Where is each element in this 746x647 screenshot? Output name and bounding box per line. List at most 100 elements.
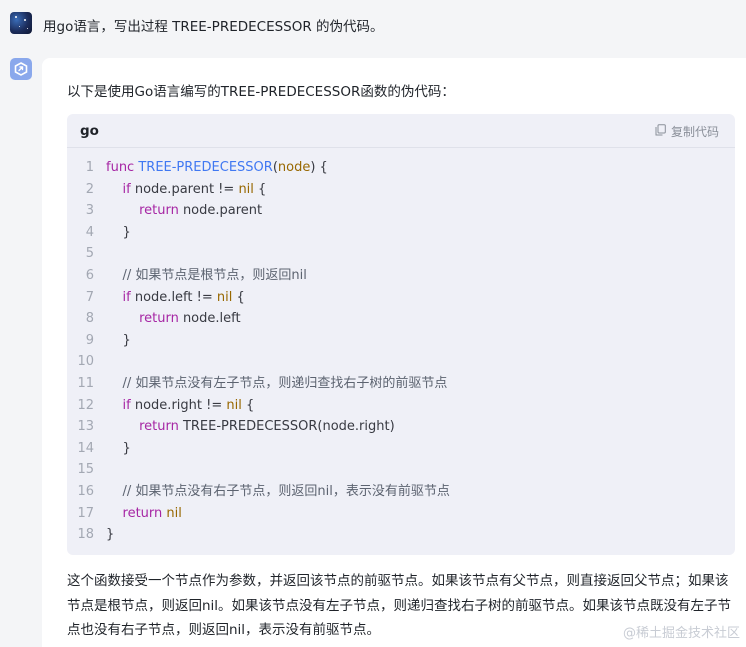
code-token: return [139, 419, 179, 435]
code-token: if [122, 181, 131, 197]
code-text: // 如果节点没有右子节点，则返回nil，表示没有前驱节点 [106, 481, 450, 503]
code-token: return [139, 203, 179, 219]
code-line: 4 } [67, 222, 735, 244]
code-block: go 复制代码 1 func TREE-PREDECESSOR(node) {2 … [67, 114, 735, 555]
line-number: 8 [85, 311, 94, 327]
code-text: // 如果节点没有左子节点，则递归查找右子树的前驱节点 [106, 373, 448, 395]
code-line: 7 if node.left != nil { [67, 287, 735, 309]
code-token: return [122, 505, 163, 521]
code-token: nil [226, 397, 242, 413]
user-avatar[interactable] [10, 12, 32, 34]
line-number: 4 [85, 224, 94, 240]
line-number: 16 [77, 483, 94, 499]
assistant-logo-icon [10, 58, 32, 80]
code-token: // 如果节点没有左子节点，则递归查找右子树的前驱节点 [122, 375, 448, 391]
copy-icon [655, 123, 671, 139]
code-token: if [122, 289, 131, 305]
code-line: 6 // 如果节点是根节点，则返回nil [67, 265, 735, 287]
code-line: 10 [67, 351, 735, 373]
code-text: } [106, 222, 131, 244]
code-line: 2 if node.parent != nil { [67, 179, 735, 201]
copy-code-label: 复制代码 [670, 124, 719, 139]
code-line: 17 return nil [67, 503, 735, 525]
code-text: if node.parent != nil { [106, 179, 267, 201]
code-token: // 如果节点是根节点，则返回nil [122, 267, 307, 283]
code-block-header: go 复制代码 [67, 114, 735, 148]
code-token: node.parent [178, 203, 263, 219]
code-text: } [106, 524, 114, 546]
code-token: node [277, 160, 311, 175]
code-token: nil [166, 505, 182, 521]
code-token: } [106, 224, 131, 240]
line-number: 10 [77, 354, 94, 370]
code-token: TREE-PREDECESSOR [138, 160, 273, 175]
copy-code-button[interactable]: 复制代码 [655, 122, 719, 140]
code-text: if node.left != nil { [106, 287, 245, 309]
code-line: 9 } [67, 330, 735, 352]
line-number: 2 [85, 181, 94, 197]
code-text: if node.right != nil { [106, 395, 255, 417]
code-token: { [232, 289, 245, 305]
line-number: 9 [85, 332, 94, 348]
line-number: 17 [77, 505, 94, 521]
code-text: // 如果节点是根节点，则返回nil [106, 265, 307, 287]
code-token: if [122, 397, 131, 413]
line-number: 1 [85, 160, 94, 175]
code-token: nil [238, 181, 254, 197]
code-line: 12 if node.right != nil { [67, 395, 735, 417]
code-text: } [106, 438, 131, 460]
assistant-answer: 以下是使用Go语言编写的TREE-PREDECESSOR函数的伪代码： go 复… [42, 58, 746, 647]
code-token: { [241, 397, 255, 413]
code-text: } [106, 330, 131, 352]
code-token: nil [216, 289, 233, 305]
code-token: TREE-PREDECESSOR(node.right) [178, 419, 395, 435]
line-number: 12 [77, 397, 94, 413]
code-text: func TREE-PREDECESSOR(node) { [106, 157, 328, 179]
code-token: // 如果节点没有右子节点，则返回nil，表示没有前驱节点 [122, 483, 450, 499]
line-number: 11 [77, 375, 94, 391]
line-number: 15 [77, 462, 94, 478]
code-line: 5 [67, 243, 735, 265]
code-token: node.right != [130, 397, 227, 413]
code-token: func [106, 160, 139, 175]
code-line: 3 return node.parent [67, 200, 735, 222]
code-line: 18} [67, 524, 735, 546]
line-number: 3 [85, 203, 94, 219]
code-text: return node.left [106, 308, 241, 330]
code-token: node.left != [130, 289, 217, 305]
line-number: 7 [85, 289, 94, 305]
code-token: node.parent != [130, 181, 239, 197]
code-line: 8 return node.left [67, 308, 735, 330]
line-number: 18 [77, 527, 94, 543]
line-number: 6 [85, 267, 94, 283]
code-line: 16 // 如果节点没有右子节点，则返回nil，表示没有前驱节点 [67, 481, 735, 503]
code-token: ) { [310, 160, 328, 175]
code-line: 14 } [67, 438, 735, 460]
code-token: } [106, 332, 131, 348]
code-language-label: go [80, 123, 99, 139]
code-token: { [253, 181, 267, 197]
user-message: 用go语言，写出过程 TREE-PREDECESSOR 的伪代码。 [10, 10, 736, 40]
code-text: return nil [106, 503, 182, 525]
line-number: 14 [77, 440, 94, 456]
code-token: node.left [178, 311, 241, 327]
code-text: return TREE-PREDECESSOR(node.right) [106, 416, 395, 438]
code-token: } [106, 440, 131, 456]
code-text: return node.parent [106, 200, 262, 222]
code-line: 11 // 如果节点没有左子节点，则递归查找右子树的前驱节点 [67, 373, 735, 395]
watermark: @稀土掘金技术社区 [622, 626, 740, 641]
line-number: 5 [85, 246, 94, 262]
code-line: 1 func TREE-PREDECESSOR(node) { [67, 157, 735, 179]
answer-intro: 以下是使用Go语言编写的TREE-PREDECESSOR函数的伪代码： [67, 84, 455, 100]
line-number: 13 [77, 419, 94, 435]
